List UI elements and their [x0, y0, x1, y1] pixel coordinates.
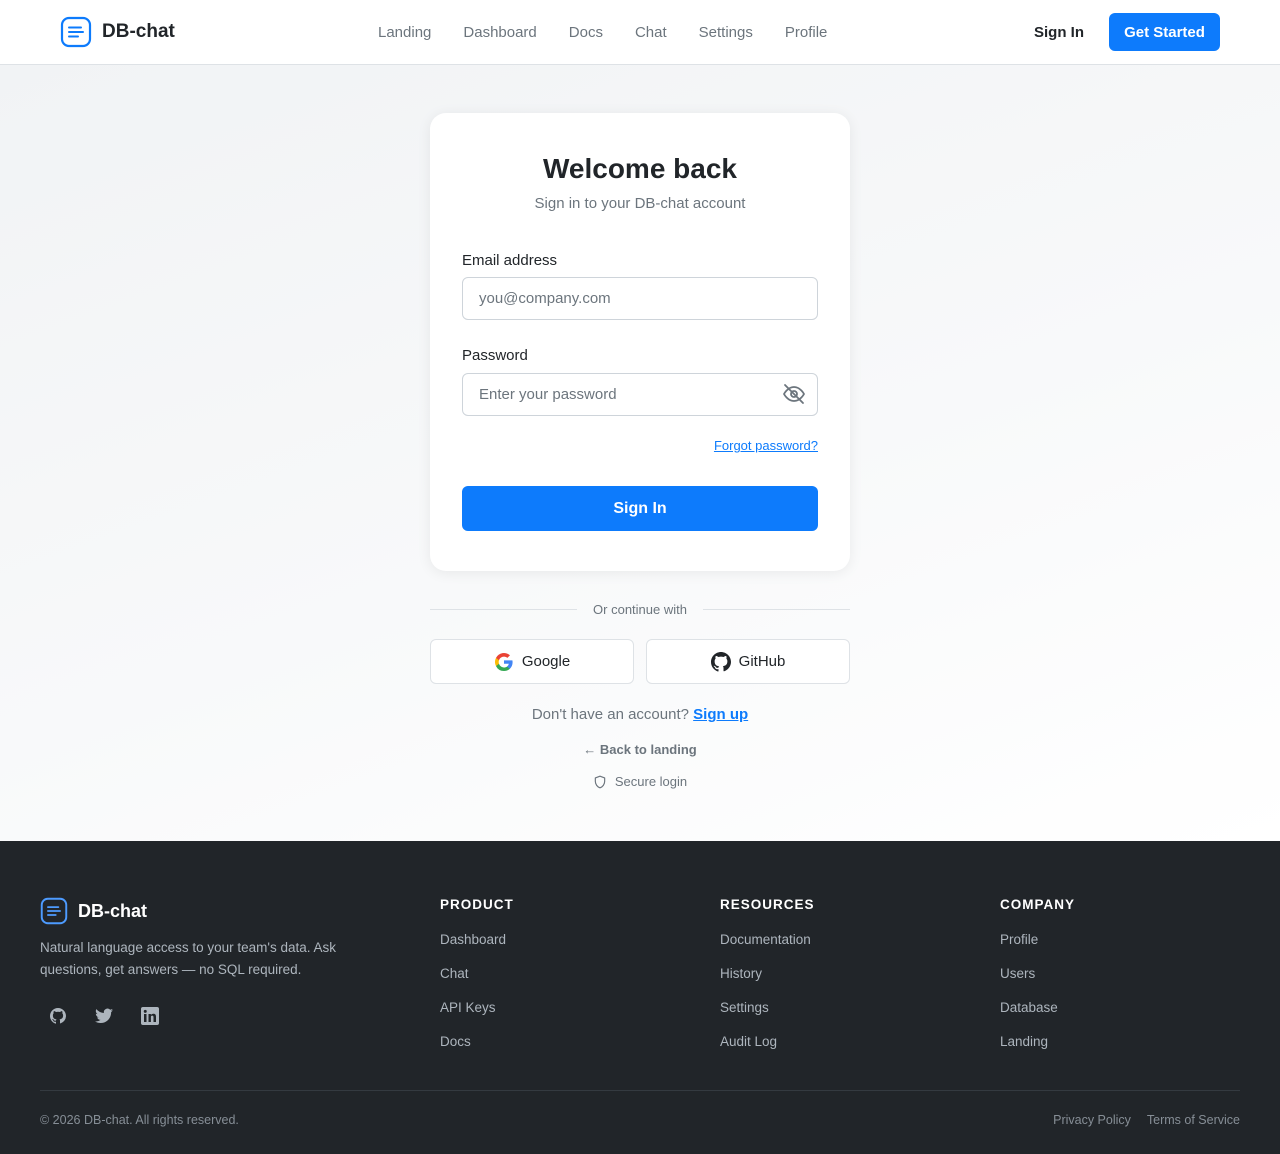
site-footer: DB-chat Natural language access to your … — [0, 841, 1280, 1154]
divider-text: Or continue with — [593, 601, 687, 617]
shield-icon — [594, 775, 606, 788]
email-label: Email address — [462, 252, 558, 269]
login-subtitle: Sign in to your DB-chat account — [534, 195, 746, 212]
copyright-text: © 2026 DB-chat. All rights reserved. — [40, 1113, 239, 1127]
chat-logo-icon — [60, 16, 92, 48]
footer-link-database[interactable]: Database — [1000, 1000, 1075, 1034]
footer-link-chat[interactable]: Chat — [440, 966, 514, 1000]
oauth-divider: Or continue with — [430, 601, 850, 617]
footer-link-users[interactable]: Users — [1000, 966, 1075, 1000]
email-field[interactable] — [462, 277, 818, 320]
footer-link-api-keys[interactable]: API Keys — [440, 1000, 514, 1034]
github-label: GitHub — [738, 653, 786, 670]
legal-links: Privacy Policy Terms of Service — [1053, 1113, 1240, 1127]
main-nav: Landing Dashboard Docs Chat Settings Pro… — [362, 0, 843, 64]
github-icon — [710, 651, 731, 672]
footer-link-settings[interactable]: Settings — [720, 1000, 815, 1034]
footer-divider — [40, 1090, 1240, 1091]
footer-link-audit-log[interactable]: Audit Log — [720, 1034, 815, 1068]
privacy-policy-link[interactable]: Privacy Policy — [1053, 1113, 1131, 1127]
password-field[interactable] — [462, 373, 818, 416]
get-started-button[interactable]: Get Started — [1109, 13, 1220, 51]
footer-brand[interactable]: DB-chat — [40, 897, 147, 925]
sign-up-link[interactable]: Sign up — [693, 706, 748, 723]
divider-line — [430, 608, 578, 610]
login-section: Welcome back Sign in to your DB-chat acc… — [0, 65, 1280, 841]
footer-link-dashboard[interactable]: Dashboard — [440, 932, 514, 966]
footer-description: Natural language access to your team's d… — [40, 940, 336, 977]
github-icon[interactable] — [44, 1002, 72, 1030]
top-navbar: DB-chat Landing Dashboard Docs Chat Sett… — [0, 0, 1280, 65]
forgot-password-link[interactable]: Forgot password? — [714, 438, 818, 453]
google-icon — [494, 652, 513, 671]
google-label: Google — [521, 653, 571, 670]
chat-logo-icon — [40, 897, 68, 925]
divider-line — [702, 608, 850, 610]
signup-prompt: Don't have an account? Sign up — [430, 706, 850, 723]
sign-in-button[interactable]: Sign In — [462, 486, 818, 531]
secure-login-note: Secure login — [430, 774, 850, 789]
linkedin-icon[interactable] — [136, 1002, 164, 1030]
nav-docs[interactable]: Docs — [553, 24, 619, 41]
header-sign-in-button[interactable]: Sign In — [1020, 13, 1098, 51]
nav-chat[interactable]: Chat — [619, 24, 683, 41]
login-card: Welcome back Sign in to your DB-chat acc… — [430, 113, 850, 571]
footer-link-landing[interactable]: Landing — [1000, 1034, 1075, 1068]
footer-column-company: COMPANY Profile Users Database Landing — [1000, 897, 1075, 1068]
nav-profile[interactable]: Profile — [769, 24, 844, 41]
footer-column-title: COMPANY — [1000, 897, 1076, 912]
password-label: Password — [462, 347, 528, 364]
no-account-text: Don't have an account? — [531, 706, 689, 723]
eye-off-icon[interactable] — [782, 382, 806, 406]
footer-link-history[interactable]: History — [720, 966, 815, 1000]
nav-landing[interactable]: Landing — [362, 24, 447, 41]
footer-column-resources: RESOURCES Documentation History Settings… — [720, 897, 815, 1068]
footer-link-documentation[interactable]: Documentation — [720, 932, 815, 966]
brand-link[interactable]: DB-chat — [60, 16, 175, 48]
twitter-icon[interactable] — [90, 1002, 118, 1030]
login-title: Welcome back — [542, 153, 738, 184]
google-sign-in-button[interactable]: Google — [430, 639, 634, 684]
footer-link-profile[interactable]: Profile — [1000, 932, 1075, 966]
nav-settings[interactable]: Settings — [683, 24, 769, 41]
github-sign-in-button[interactable]: GitHub — [646, 639, 850, 684]
nav-dashboard[interactable]: Dashboard — [447, 24, 552, 41]
secure-login-text: Secure login — [614, 774, 688, 789]
brand-name: DB-chat — [102, 21, 175, 42]
back-to-landing-link[interactable]: ← Back to landing — [430, 742, 850, 757]
footer-brand-name: DB-chat — [78, 900, 148, 921]
footer-column-product: PRODUCT Dashboard Chat API Keys Docs — [440, 897, 514, 1068]
footer-column-title: PRODUCT — [440, 897, 514, 912]
terms-of-service-link[interactable]: Terms of Service — [1147, 1113, 1240, 1127]
footer-link-docs[interactable]: Docs — [440, 1034, 514, 1068]
footer-column-title: RESOURCES — [720, 897, 815, 912]
